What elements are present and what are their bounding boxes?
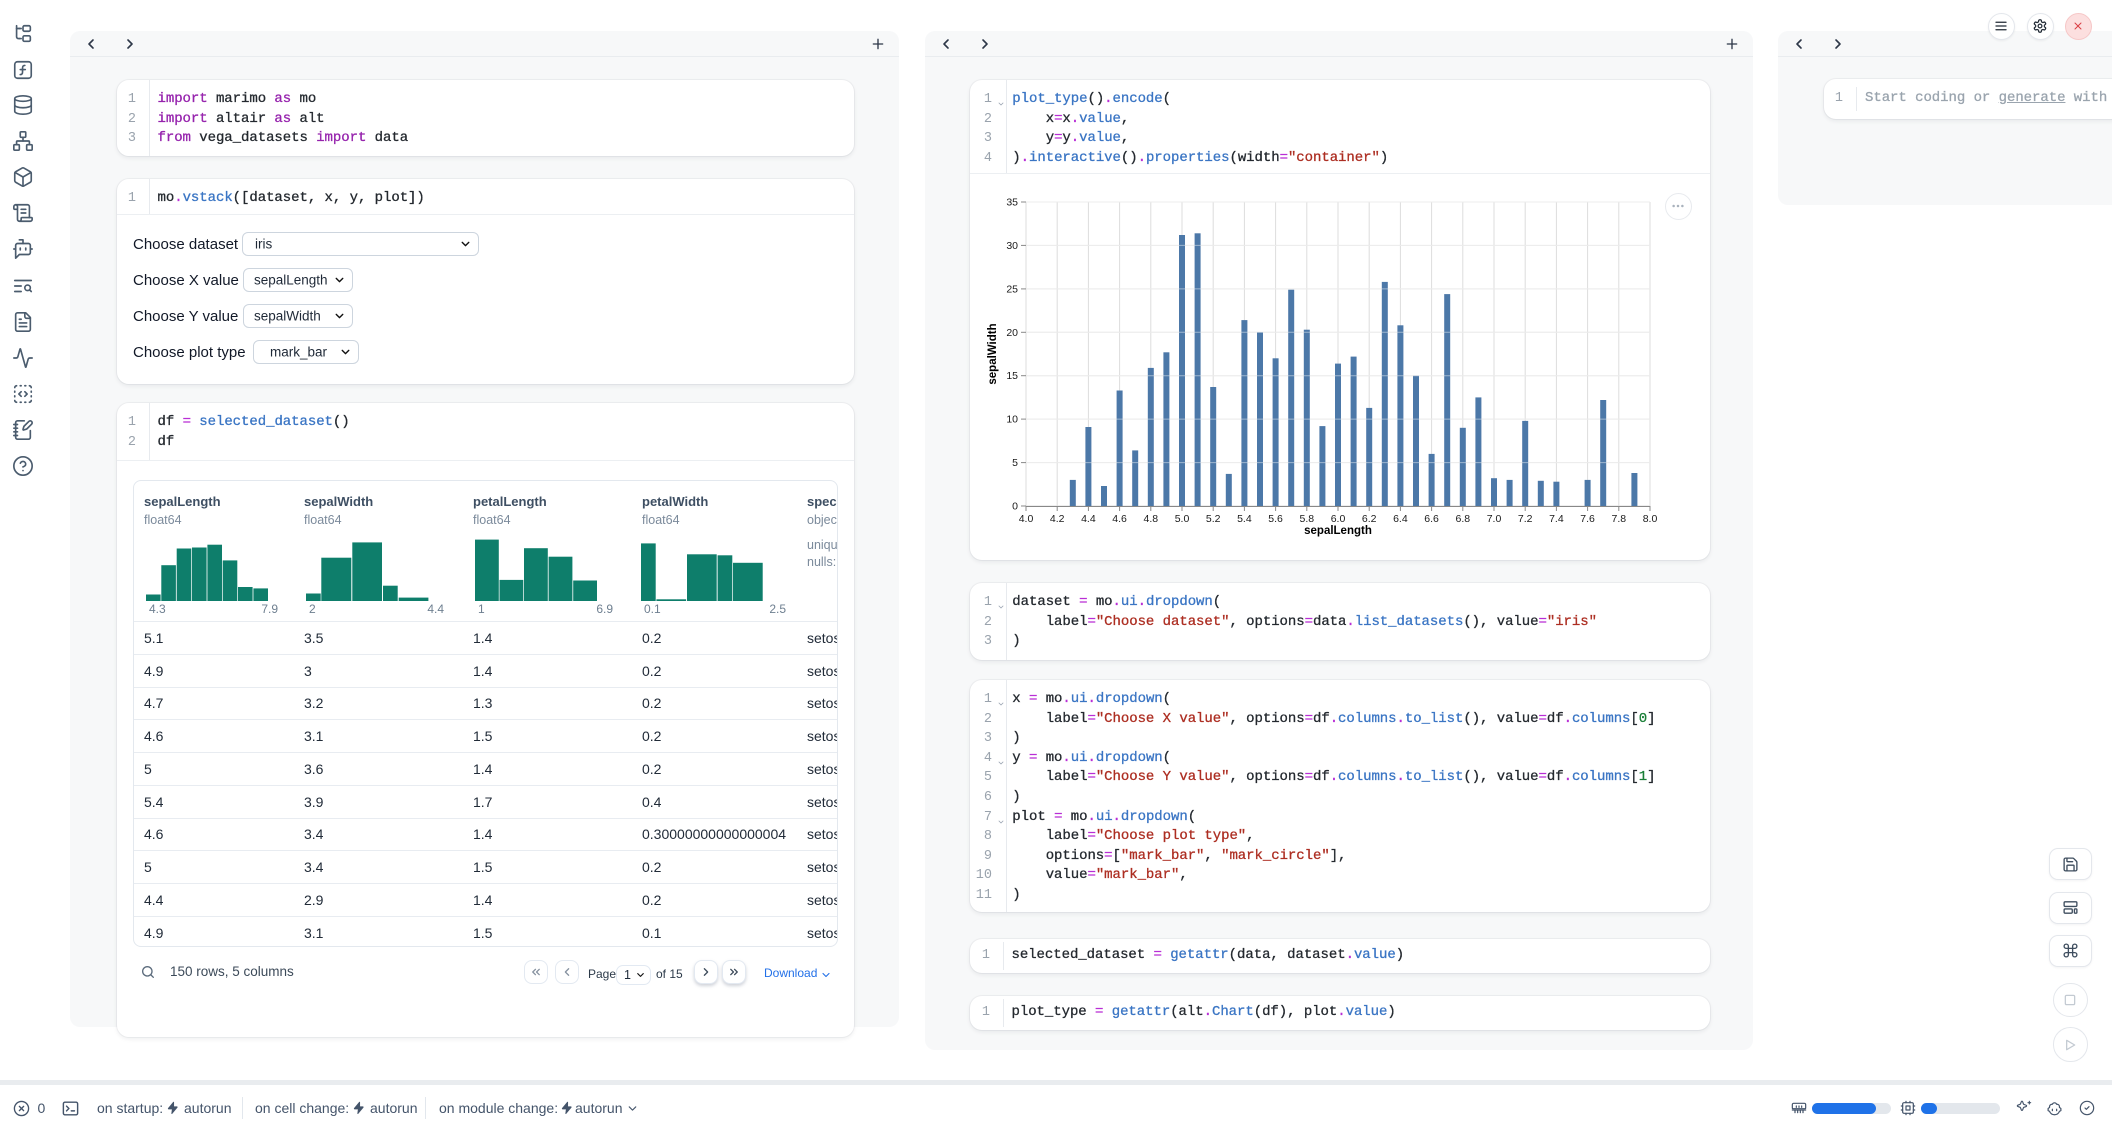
svg-text:5.6: 5.6	[1268, 513, 1283, 525]
svg-text:15: 15	[1006, 370, 1018, 382]
svg-text:30: 30	[1006, 240, 1018, 252]
svg-text:20: 20	[1006, 327, 1018, 339]
svg-text:7.0: 7.0	[1487, 513, 1502, 525]
svg-text:4.6: 4.6	[1112, 513, 1127, 525]
svg-text:6.8: 6.8	[1455, 513, 1470, 525]
svg-text:25: 25	[1006, 283, 1018, 295]
svg-text:5.0: 5.0	[1175, 513, 1190, 525]
svg-text:6.2: 6.2	[1362, 513, 1377, 525]
svg-text:4.4: 4.4	[1081, 513, 1096, 525]
svg-text:5: 5	[1012, 457, 1018, 469]
svg-text:7.4: 7.4	[1549, 513, 1564, 525]
svg-text:35: 35	[1006, 197, 1018, 209]
svg-text:7.6: 7.6	[1580, 513, 1595, 525]
svg-text:5.8: 5.8	[1299, 513, 1314, 525]
svg-text:7.8: 7.8	[1611, 513, 1626, 525]
svg-text:5.2: 5.2	[1206, 513, 1221, 525]
svg-text:8.0: 8.0	[1643, 513, 1658, 525]
svg-text:6.4: 6.4	[1393, 513, 1408, 525]
svg-text:6.0: 6.0	[1331, 513, 1346, 525]
svg-text:sepalWidth: sepalWidth	[987, 323, 999, 384]
svg-text:sepalLength: sepalLength	[1304, 525, 1372, 537]
svg-text:4.8: 4.8	[1143, 513, 1158, 525]
svg-text:4.0: 4.0	[1019, 513, 1034, 525]
svg-text:7.2: 7.2	[1518, 513, 1533, 525]
svg-text:0: 0	[1012, 501, 1018, 513]
svg-text:4.2: 4.2	[1050, 513, 1065, 525]
svg-text:10: 10	[1006, 414, 1018, 426]
svg-text:5.4: 5.4	[1237, 513, 1252, 525]
svg-text:6.6: 6.6	[1424, 513, 1439, 525]
